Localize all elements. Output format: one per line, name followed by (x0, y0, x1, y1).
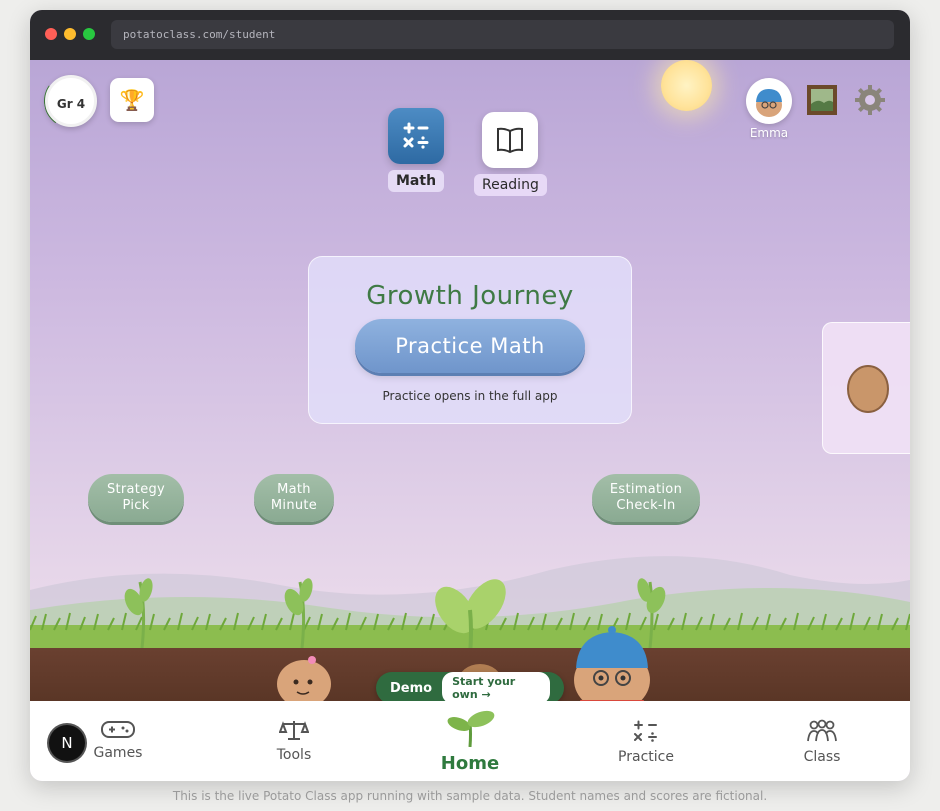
nav-practice[interactable]: Practice (596, 719, 696, 765)
subject-reading-button[interactable]: Reading (474, 112, 547, 196)
growth-journey-card: Growth Journey Practice Math Practice op… (308, 256, 632, 424)
gamepad-icon (101, 721, 135, 738)
nav-label: Home (440, 753, 500, 774)
activity-strategy-pick-button[interactable]: Strategy Pick (88, 474, 184, 522)
potato-character-pink-bow (277, 656, 331, 701)
nav-tools[interactable]: Tools (244, 719, 344, 763)
user-profile[interactable]: Emma (744, 78, 794, 140)
activity-label-line2: Pick (122, 498, 150, 513)
trophy-icon: 🏆 (119, 88, 145, 112)
book-icon (482, 112, 539, 168)
subject-reading-label: Reading (474, 174, 547, 196)
address-bar[interactable]: potatoclass.com/student (111, 20, 894, 49)
bottom-nav: N Games Tools Home Practice Class (30, 701, 910, 781)
nav-class[interactable]: Class (772, 719, 872, 765)
start-your-own-button[interactable]: Start your own → (442, 672, 550, 701)
activity-label-line1: Estimation (609, 482, 683, 497)
nav-home[interactable]: Home (420, 707, 520, 774)
card-note: Practice opens in the full app (382, 389, 558, 403)
subject-math-button[interactable]: Math (388, 108, 445, 192)
scale-icon (278, 721, 310, 740)
people-icon (807, 719, 837, 742)
card-title: Growth Journey (366, 281, 574, 311)
sun-icon (661, 60, 712, 111)
minimize-window-button[interactable] (64, 28, 76, 40)
activity-label-line2: Minute (270, 498, 318, 513)
side-panel[interactable] (822, 322, 910, 454)
demo-label: Demo (390, 680, 433, 696)
practice-math-button[interactable]: Practice Math (355, 319, 585, 373)
subject-math-label: Math (388, 170, 445, 192)
math-operators-icon (388, 108, 445, 164)
nav-label: Games (93, 745, 143, 761)
activity-label-line2: Check-In (616, 498, 676, 513)
activity-math-minute-button[interactable]: Math Minute (254, 474, 334, 522)
activity-label-line1: Math (277, 482, 311, 497)
settings-button[interactable] (854, 84, 886, 116)
grade-badge[interactable]: Gr 4 (45, 75, 97, 127)
footer-disclaimer: This is the live Potato Class app runnin… (172, 789, 768, 803)
activity-estimation-check-in-button[interactable]: Estimation Check-In (592, 474, 700, 522)
avatar[interactable] (746, 78, 792, 124)
nav-label: Class (803, 749, 841, 765)
user-name: Emma (749, 126, 789, 140)
picture-frame-icon (807, 85, 837, 115)
picture-frame-button[interactable] (806, 84, 838, 116)
potato-character-blue-beanie (574, 626, 650, 701)
trophy-button[interactable]: 🏆 (110, 78, 154, 122)
potato-icon (847, 365, 889, 413)
nav-label: Practice (618, 749, 674, 765)
gear-icon (855, 85, 885, 115)
browser-chrome: potatoclass.com/student (30, 10, 910, 60)
sprout-icon (447, 710, 495, 748)
nav-label: Tools (276, 747, 312, 763)
app-window: potatoclass.com/student Gr 4 🏆 Math Read… (30, 10, 910, 781)
nav-games[interactable]: Games (68, 719, 168, 761)
math-operators-icon (634, 720, 657, 742)
maximize-window-button[interactable] (83, 28, 95, 40)
close-window-button[interactable] (45, 28, 57, 40)
garden-scene: Gr 4 🏆 Math Reading Emma Growth Journey … (30, 60, 910, 701)
activity-label-line1: Strategy (106, 482, 166, 497)
demo-banner: Demo Start your own → (376, 672, 564, 701)
